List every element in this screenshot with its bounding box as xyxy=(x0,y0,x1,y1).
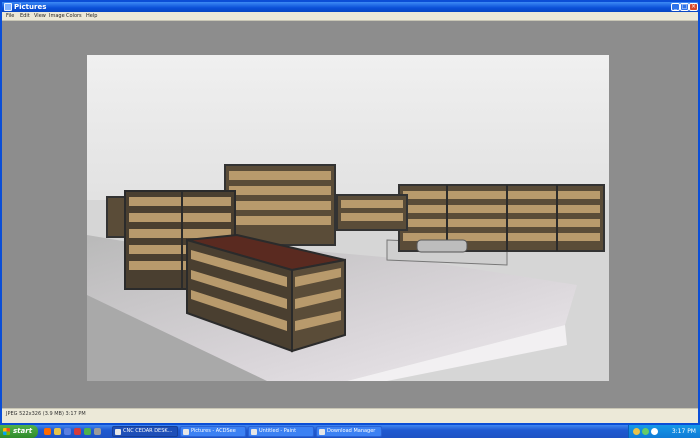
task-icon xyxy=(251,429,257,435)
task-icon xyxy=(115,429,121,435)
maximize-button[interactable]: □ xyxy=(680,3,689,11)
task-button[interactable]: Download Manager xyxy=(316,426,382,437)
menu-bar: File Edit View Image Colors Help xyxy=(2,12,698,21)
task-label: Pictures - ACDSee xyxy=(191,428,236,434)
show-desktop-icon[interactable] xyxy=(94,428,101,435)
task-button[interactable]: CNC CEDAR DESK... xyxy=(112,426,178,437)
menu-image[interactable]: Image xyxy=(49,12,65,21)
app-shortcut-icon[interactable] xyxy=(74,428,81,435)
app-icon xyxy=(4,3,12,11)
task-icon xyxy=(319,429,325,435)
menu-edit[interactable]: Edit xyxy=(20,12,30,21)
task-label: Untitled - Paint xyxy=(259,428,297,434)
minimize-button[interactable]: _ xyxy=(671,3,680,11)
tray-icon[interactable] xyxy=(642,428,649,435)
menu-view[interactable]: View xyxy=(34,12,46,21)
menu-colors[interactable]: Colors xyxy=(66,12,82,21)
media-icon[interactable] xyxy=(64,428,71,435)
task-label: Download Manager xyxy=(327,428,376,434)
close-button[interactable]: × xyxy=(689,3,698,11)
taskbar: start CNC CEDAR DESK... Pictures - ACDSe… xyxy=(0,425,700,438)
task-button[interactable]: Pictures - ACDSee xyxy=(180,426,246,437)
image-viewport[interactable] xyxy=(2,21,698,408)
title-bar[interactable]: Pictures _ □ × xyxy=(2,2,698,12)
clock[interactable]: 3:17 PM xyxy=(672,425,696,438)
status-bar: JPEG 522x326 (3.9 MB) 3:17 PM xyxy=(2,408,698,423)
app-shortcut-icon[interactable] xyxy=(84,428,91,435)
task-button[interactable]: Untitled - Paint xyxy=(248,426,314,437)
rendered-image xyxy=(87,55,609,381)
folder-icon[interactable] xyxy=(54,428,61,435)
status-text: JPEG 522x326 (3.9 MB) 3:17 PM xyxy=(6,411,86,417)
menu-help[interactable]: Help xyxy=(86,12,97,21)
start-button[interactable]: start xyxy=(0,425,38,438)
menu-file[interactable]: File xyxy=(6,12,14,21)
task-label: CNC CEDAR DESK... xyxy=(123,428,173,434)
window-title: Pictures xyxy=(14,3,47,11)
system-tray: 3:17 PM xyxy=(628,425,700,438)
volume-icon[interactable] xyxy=(651,428,658,435)
browser-icon[interactable] xyxy=(44,428,51,435)
image-viewer-window: Pictures _ □ × File Edit View Image Colo… xyxy=(0,0,700,425)
task-icon xyxy=(183,429,189,435)
windows-logo-icon xyxy=(3,428,10,435)
tray-icon[interactable] xyxy=(633,428,640,435)
start-label: start xyxy=(13,427,33,435)
